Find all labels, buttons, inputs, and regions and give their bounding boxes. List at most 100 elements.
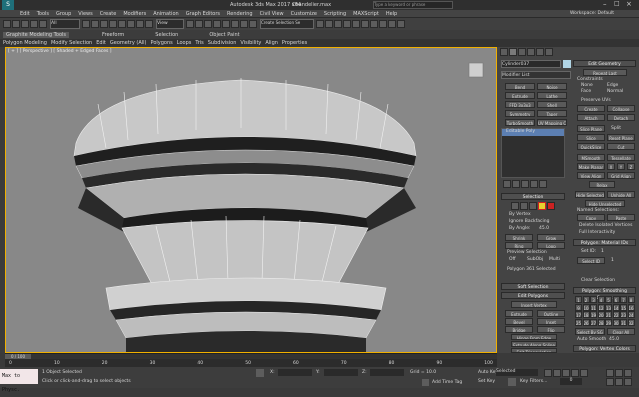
go-to-start-icon[interactable] [544,369,552,377]
menu-help[interactable]: Help [386,11,397,17]
extrude-button[interactable]: Extrude [505,310,533,317]
rotate-icon[interactable] [127,20,135,28]
menu-tools[interactable]: Tools [37,11,49,17]
make-unique-icon[interactable] [521,180,529,188]
pan-icon[interactable] [615,377,623,386]
sg-button[interactable]: 9 [575,303,582,311]
sg-button[interactable]: 19 [590,311,597,318]
sg-button[interactable]: 25 [575,318,582,326]
toggle-ribbon-icon[interactable] [343,20,351,28]
angle-snap-icon[interactable] [222,20,230,28]
lock-selection-icon[interactable] [256,369,264,377]
subtab-properties[interactable]: Properties [282,40,307,46]
clear-all-button[interactable]: Clear All [607,328,635,335]
menu-rendering[interactable]: Rendering [227,11,253,17]
stack-item-editable-poly[interactable]: Editable Poly [502,129,564,136]
vertex-colors-rollout[interactable]: Polygon: Vertex Colors [573,345,636,352]
sg-button[interactable]: 6 [612,296,620,303]
select-manipulate-icon[interactable] [195,20,203,28]
pivot-center-icon[interactable] [186,20,194,28]
go-to-end-icon[interactable] [580,369,588,377]
search-input[interactable]: Type a keyword or phrase [373,1,453,9]
sg-button[interactable]: 5 [605,296,612,303]
bevel-button[interactable]: Bevel [505,318,533,325]
edit-geometry-rollout[interactable]: Edit Geometry [573,60,636,67]
layer-explorer-icon[interactable] [334,20,342,28]
minimize-button[interactable]: – [603,0,607,8]
modifier-uv-mapping-button[interactable]: UV Mapping Clr [537,119,567,126]
sg-button[interactable]: 14 [612,303,620,311]
preview-multi-radio[interactable]: Multi [549,257,560,262]
soft-selection-rollout[interactable]: Soft Selection [501,283,565,290]
modifier-turbosmooth-button[interactable]: TurboSmooth [505,119,535,126]
menu-group[interactable]: Group [56,11,71,17]
modifier-extrude-button[interactable]: Extrude [505,92,535,99]
shrink-button[interactable]: Shrink [505,234,533,241]
subtab-loops[interactable]: Loops [177,40,192,46]
scale-icon[interactable] [136,20,144,28]
slice-plane-button[interactable]: Slice Plane [577,125,605,132]
edit-named-selection-icon[interactable] [249,20,257,28]
motion-tab-icon[interactable] [527,48,535,56]
planar-z-button[interactable]: Z [627,163,635,170]
modifier-list-dropdown[interactable]: Modifier List [501,71,571,79]
move-icon[interactable] [118,20,126,28]
sg-button[interactable]: 23 [620,311,627,318]
modifier-shell-button[interactable]: Shell [537,101,567,108]
mirror-icon[interactable] [316,20,324,28]
spinner-snap-icon[interactable] [240,20,248,28]
subtab-modify-selection[interactable]: Modify Selection [51,40,92,46]
sg-button[interactable]: 29 [605,318,612,326]
element-mode-icon[interactable] [547,201,555,210]
close-button[interactable]: × [626,0,632,8]
material-editor-icon[interactable] [370,20,378,28]
make-planar-button[interactable]: Make Planar [577,163,605,170]
clear-selection-checkbox[interactable]: Clear Selection [581,278,615,283]
auto-smooth-label[interactable]: Auto Smooth [577,337,606,342]
zoom-all-icon[interactable] [615,369,623,378]
select-id-value[interactable]: 1 [611,258,614,263]
sg-button[interactable]: 21 [605,311,612,318]
keyboard-shortcut-icon[interactable] [204,20,212,28]
subtab-visibility[interactable]: Visibility [240,40,261,46]
delete-isolated-checkbox[interactable]: Delete Isolated Vertices [579,223,632,228]
sg-button[interactable]: 10 [582,303,590,311]
sg-button[interactable]: 13 [605,303,612,311]
tab-selection[interactable]: Selection [155,32,178,38]
configure-sets-icon[interactable] [539,180,547,188]
modifier-taper-button[interactable]: Taper [537,110,567,117]
ignore-backfacing-checkbox[interactable]: Ignore Backfacing [509,219,549,224]
sg-button[interactable]: 1 [575,296,582,303]
maxscript-listener[interactable]: Max to Physc. [0,369,38,393]
snap-toggle-icon[interactable] [213,20,221,28]
sg-button[interactable]: 26 [582,318,590,326]
tessellate-button[interactable]: Tessellate [607,154,635,161]
vertex-mode-icon[interactable] [511,201,519,210]
collapse-button[interactable]: Collapse [607,105,635,112]
detach-button[interactable]: Detach [607,114,635,121]
flip-button[interactable]: Flip [537,326,565,333]
insert-vertex-button[interactable]: Insert Vertex [511,301,557,308]
attach-button[interactable]: Attach [577,114,605,121]
menu-scripting[interactable]: Scripting [324,11,346,17]
subtab-subdivision[interactable]: Subdivision [208,40,237,46]
copy-button[interactable]: Copy [577,214,605,221]
set-key-button[interactable]: Set Key [478,379,495,384]
by-angle-value[interactable]: 45.0 [539,226,549,231]
previous-frame-icon[interactable] [553,369,561,377]
remove-modifier-icon[interactable] [530,180,538,188]
preview-off-radio[interactable]: Off [509,257,516,262]
workspace-label[interactable]: Workspace: Default [570,11,614,16]
menu-customize[interactable]: Customize [291,11,317,17]
window-crossing-icon[interactable] [109,20,117,28]
create-button[interactable]: Create [577,105,605,112]
app-logo-icon[interactable]: S [2,0,14,10]
redo-icon[interactable] [12,20,20,28]
sg-button[interactable]: 16 [627,303,635,311]
modifier-symmetry-button[interactable]: Symmetry [505,110,535,117]
edge-mode-icon[interactable] [520,201,528,210]
by-angle-checkbox[interactable]: By Angle: [509,226,531,231]
pin-stack-icon[interactable] [503,180,511,188]
x-coordinate-field[interactable] [278,369,312,376]
track-bar[interactable]: 0 10 20 30 40 50 60 70 80 90 100 [5,359,497,367]
